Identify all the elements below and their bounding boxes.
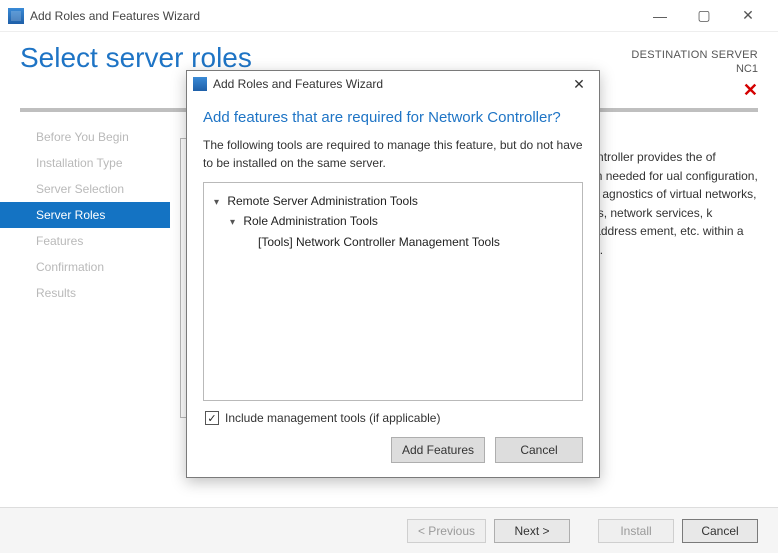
dialog-app-icon <box>193 77 207 91</box>
dialog-body: Add features that are required for Netwo… <box>187 97 599 425</box>
destination-server: NC1 <box>631 62 758 76</box>
tree-node-label: Role Administration Tools <box>243 214 378 228</box>
expand-icon[interactable] <box>214 191 224 211</box>
include-management-row[interactable]: ✓ Include management tools (if applicabl… <box>203 401 583 425</box>
nav-server-selection[interactable]: Server Selection <box>0 176 170 202</box>
close-button[interactable]: ✕ <box>726 1 770 31</box>
cancel-button[interactable]: Cancel <box>682 519 758 543</box>
app-icon <box>8 8 24 24</box>
titlebar: Add Roles and Features Wizard — ▢ ✕ <box>0 0 778 32</box>
dialog-intro: The following tools are required to mana… <box>203 136 583 172</box>
install-button[interactable]: Install <box>598 519 674 543</box>
wizard-footer: < Previous Next > Install Cancel <box>0 507 778 553</box>
required-features-tree[interactable]: Remote Server Administration Tools Role … <box>203 182 583 401</box>
nav-installation-type[interactable]: Installation Type <box>0 150 170 176</box>
window-controls: — ▢ ✕ <box>638 1 770 31</box>
maximize-button[interactable]: ▢ <box>682 1 726 31</box>
include-management-label: Include management tools (if applicable) <box>225 411 440 425</box>
tree-node-role-admin[interactable]: Role Administration Tools <box>214 211 572 231</box>
add-features-button[interactable]: Add Features <box>391 437 485 463</box>
minimize-button[interactable]: — <box>638 1 682 31</box>
dialog-cancel-button[interactable]: Cancel <box>495 437 583 463</box>
error-icon: ✕ <box>631 79 758 102</box>
previous-button[interactable]: < Previous <box>407 519 486 543</box>
dialog-titlebar: Add Roles and Features Wizard ✕ <box>187 71 599 97</box>
nav-server-roles[interactable]: Server Roles <box>0 202 170 228</box>
destination-label: DESTINATION SERVER <box>631 48 758 62</box>
dialog-title: Add Roles and Features Wizard <box>213 77 383 91</box>
nav-results[interactable]: Results <box>0 280 170 306</box>
tree-node-label: Remote Server Administration Tools <box>227 194 418 208</box>
include-management-checkbox[interactable]: ✓ <box>205 411 219 425</box>
nav-confirmation[interactable]: Confirmation <box>0 254 170 280</box>
wizard-nav: Before You Begin Installation Type Serve… <box>0 118 170 418</box>
tree-node-rsat[interactable]: Remote Server Administration Tools <box>214 191 572 211</box>
dialog-close-button[interactable]: ✕ <box>565 76 593 93</box>
destination-block: DESTINATION SERVER NC1 ✕ <box>631 42 758 102</box>
add-features-dialog: Add Roles and Features Wizard ✕ Add feat… <box>186 70 600 478</box>
dialog-footer: Add Features Cancel <box>187 425 599 477</box>
tree-node-label: [Tools] Network Controller Management To… <box>258 235 500 249</box>
window-title: Add Roles and Features Wizard <box>30 9 200 23</box>
nav-before-you-begin[interactable]: Before You Begin <box>0 124 170 150</box>
expand-icon[interactable] <box>230 211 240 231</box>
tree-node-nc-tools[interactable]: [Tools] Network Controller Management To… <box>214 232 572 252</box>
dialog-question: Add features that are required for Netwo… <box>203 109 583 126</box>
next-button[interactable]: Next > <box>494 519 570 543</box>
nav-features[interactable]: Features <box>0 228 170 254</box>
